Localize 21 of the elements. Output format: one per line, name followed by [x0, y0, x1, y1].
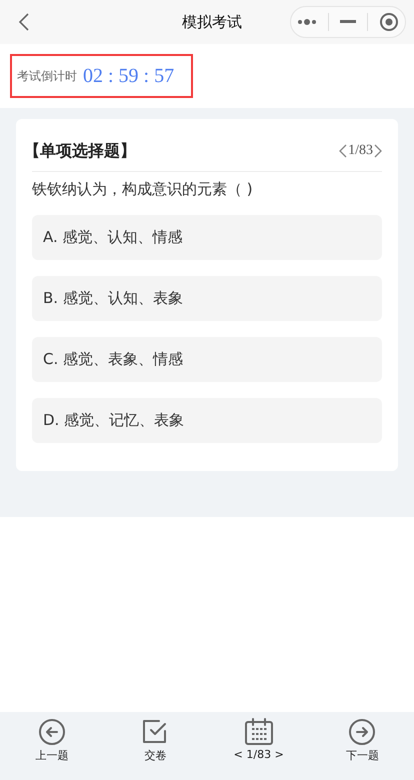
toolbar-label[interactable]: 交卷	[144, 748, 166, 763]
timer-label: 考试倒计时	[17, 68, 77, 84]
previous-icon[interactable]	[339, 144, 348, 158]
timer-time: 02 : 59 : 57	[83, 64, 174, 88]
close-icon[interactable]	[379, 12, 400, 32]
answer-option[interactable]: A. 感觉、认知、情感	[32, 215, 382, 260]
toolbar-label[interactable]: 上一题	[35, 748, 68, 763]
question-type: 【单项选择题】	[24, 140, 136, 162]
back-icon[interactable]	[18, 12, 30, 32]
question-counter: 1/83	[348, 143, 373, 159]
answer-option[interactable]: C. 感觉、表象、情感	[32, 337, 382, 382]
answer-option[interactable]: B. 感觉、认知、表象	[32, 276, 382, 321]
toolbar-label[interactable]: 下一题	[346, 748, 379, 763]
minimize-icon[interactable]	[340, 20, 356, 24]
more-icon[interactable]	[296, 18, 317, 26]
next-icon[interactable]	[374, 144, 382, 158]
calendar-icon	[244, 718, 274, 746]
question-text: 铁钦纳认为，构成意识的元素（ )	[32, 179, 254, 200]
toolbar-label[interactable]: < 1/83 >	[234, 748, 284, 761]
answer-option[interactable]: D. 感觉、记忆、表象	[32, 398, 382, 443]
page-title: 模拟考试	[182, 12, 242, 32]
